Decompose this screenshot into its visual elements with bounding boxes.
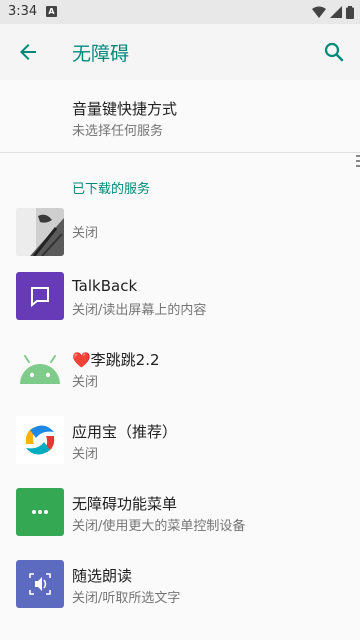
android-robot-icon	[16, 344, 64, 392]
shortcut-title: 音量键快捷方式	[72, 100, 178, 118]
select-to-speak-icon	[16, 560, 64, 608]
talkback-icon	[16, 272, 64, 320]
volume-shortcut-item[interactable]: 音量键快捷方式 未选择任何服务	[0, 80, 360, 152]
shortcut-subtitle: 未选择任何服务	[72, 124, 164, 139]
photo-thumbnail-icon	[16, 208, 64, 256]
service-status: 关闭	[72, 447, 99, 462]
accessibility-menu-icon	[16, 488, 64, 536]
service-item-yingyongbao[interactable]: 应用宝（推荐） 关闭	[0, 408, 360, 480]
service-name: 随选朗读	[72, 567, 133, 585]
service-name: TalkBack	[72, 277, 138, 295]
status-time: 3:34	[8, 4, 38, 19]
service-item[interactable]: 关闭	[0, 200, 360, 264]
status-icons	[312, 5, 354, 19]
service-name: 无障碍功能菜单	[72, 495, 178, 513]
service-status: 关闭/读出屏幕上的内容	[72, 303, 207, 318]
battery-icon	[346, 5, 354, 19]
service-item-litiaotiao[interactable]: ❤️李跳跳2.2 关闭	[0, 336, 360, 408]
service-status: 关闭	[72, 226, 99, 241]
service-name: ❤️李跳跳2.2	[72, 351, 160, 369]
page-title: 无障碍	[72, 43, 130, 65]
signal-icon	[330, 6, 342, 18]
section-header-downloaded: 已下载的服务	[72, 182, 151, 197]
search-button[interactable]	[322, 40, 346, 64]
service-status: 关闭/使用更大的菜单控制设备	[72, 519, 246, 534]
service-status: 关闭/听取所选文字	[72, 591, 181, 606]
app-bar: 无障碍	[0, 24, 360, 81]
service-item-accessibility-menu[interactable]: 无障碍功能菜单 关闭/使用更大的菜单控制设备	[0, 480, 360, 552]
service-item-select-to-speak[interactable]: 随选朗读 关闭/听取所选文字	[0, 552, 360, 624]
back-button[interactable]	[16, 40, 40, 64]
arrow-back-icon	[20, 44, 36, 60]
status-bar: 3:34 A	[0, 0, 360, 24]
wifi-icon	[312, 6, 326, 18]
scroll-indicator	[356, 155, 360, 169]
service-item-talkback[interactable]: TalkBack 关闭/读出屏幕上的内容	[0, 264, 360, 336]
notification-a-icon: A	[46, 6, 57, 17]
divider	[0, 152, 360, 153]
service-status: 关闭	[72, 375, 99, 390]
search-icon	[324, 42, 344, 62]
yingyongbao-icon	[16, 416, 64, 464]
service-name: 应用宝（推荐）	[72, 423, 178, 441]
